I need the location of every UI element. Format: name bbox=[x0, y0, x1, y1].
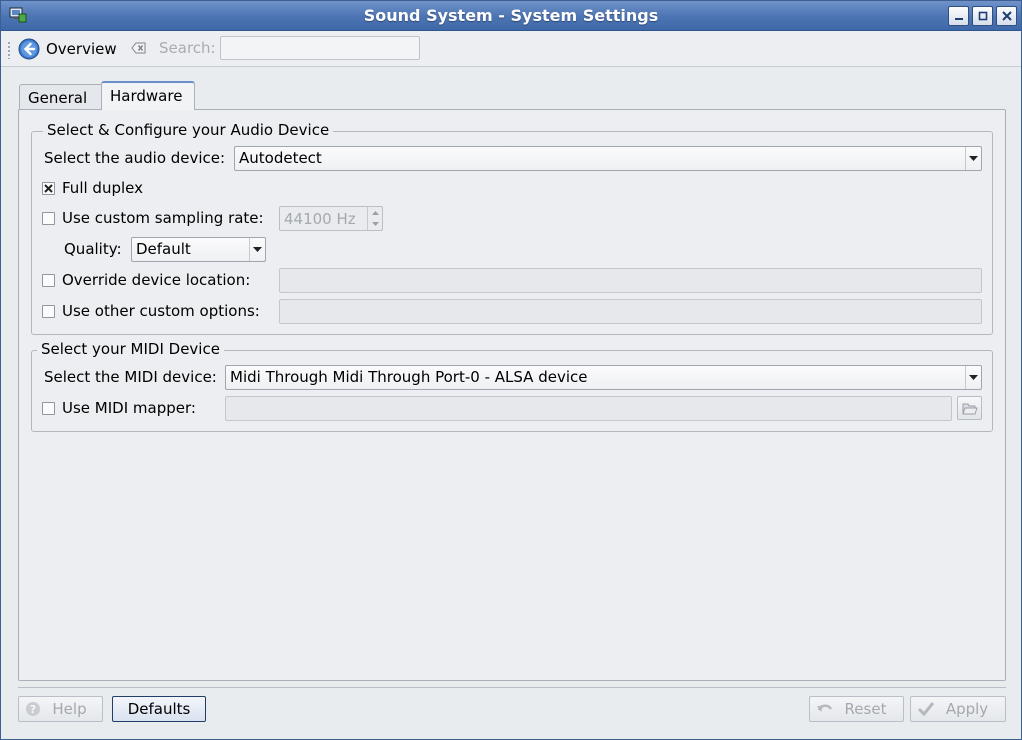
full-duplex-label: Full duplex bbox=[62, 179, 143, 197]
midi-device-label: Select the MIDI device: bbox=[44, 368, 217, 386]
quality-label: Quality: bbox=[64, 240, 122, 258]
spin-down-icon[interactable] bbox=[368, 218, 382, 229]
tab-general-label: General bbox=[28, 89, 88, 107]
settings-window: Sound System - System Settings Overview bbox=[0, 0, 1022, 740]
toolbar: Overview Search: bbox=[1, 31, 1021, 67]
maximize-icon bbox=[978, 11, 987, 21]
defaults-button[interactable]: Defaults bbox=[112, 696, 206, 722]
custom-options-field[interactable] bbox=[279, 299, 982, 324]
midi-device-select[interactable]: Midi Through Midi Through Port-0 - ALSA … bbox=[225, 365, 982, 390]
spin-buttons[interactable] bbox=[367, 207, 382, 230]
audio-device-label: Select the audio device: bbox=[44, 149, 226, 167]
search-input[interactable] bbox=[220, 36, 420, 60]
midi-mapper-field[interactable] bbox=[225, 396, 952, 421]
audio-device-group: Select & Configure your Audio Device Sel… bbox=[31, 121, 993, 335]
midi-device-group: Select your MIDI Device Select the MIDI … bbox=[31, 340, 993, 432]
toolbar-grip[interactable] bbox=[7, 41, 11, 59]
apply-label: Apply bbox=[945, 700, 989, 718]
tab-general[interactable]: General bbox=[19, 84, 103, 112]
window-title: Sound System - System Settings bbox=[363, 6, 659, 25]
help-label: Help bbox=[52, 700, 87, 718]
checkmark-icon bbox=[44, 184, 53, 193]
sampling-rate-value: 44100 Hz bbox=[284, 210, 356, 228]
bottom-separator bbox=[18, 687, 1006, 688]
device-location-field[interactable] bbox=[279, 268, 982, 293]
reset-label: Reset bbox=[844, 700, 887, 718]
folder-open-icon bbox=[961, 403, 978, 414]
overview-button[interactable]: Overview bbox=[18, 37, 117, 61]
midi-mapper-checkbox[interactable] bbox=[42, 402, 55, 415]
hardware-panel: Select & Configure your Audio Device Sel… bbox=[18, 109, 1006, 681]
tab-hardware[interactable]: Hardware bbox=[101, 81, 195, 110]
midi-mapper-label: Use MIDI mapper: bbox=[62, 399, 196, 417]
quality-select[interactable]: Default bbox=[131, 237, 266, 262]
chevron-down-icon bbox=[965, 147, 981, 170]
chevron-down-icon bbox=[965, 366, 981, 389]
override-location-checkbox[interactable] bbox=[42, 274, 55, 287]
browse-file-button[interactable] bbox=[957, 396, 982, 420]
back-arrow-icon bbox=[18, 38, 40, 60]
tab-hardware-label: Hardware bbox=[110, 87, 183, 105]
maximize-button[interactable] bbox=[972, 6, 993, 26]
spin-up-icon[interactable] bbox=[368, 207, 382, 218]
close-button[interactable] bbox=[996, 6, 1017, 26]
custom-sampling-rate-checkbox[interactable] bbox=[42, 212, 55, 225]
override-location-label: Override device location: bbox=[62, 271, 251, 289]
defaults-label: Defaults bbox=[127, 700, 191, 718]
clear-icon[interactable] bbox=[131, 41, 147, 59]
audio-group-title: Select & Configure your Audio Device bbox=[43, 121, 334, 139]
quality-value: Default bbox=[136, 240, 191, 258]
search-label: Search: bbox=[159, 39, 216, 57]
reset-button[interactable]: Reset bbox=[809, 696, 904, 722]
minimize-icon bbox=[954, 18, 963, 20]
custom-sampling-rate-label: Use custom sampling rate: bbox=[62, 209, 264, 227]
minimize-button[interactable] bbox=[948, 6, 969, 26]
custom-options-checkbox[interactable] bbox=[42, 305, 55, 318]
help-button[interactable]: ? Help bbox=[18, 696, 103, 722]
overview-label: Overview bbox=[46, 40, 117, 58]
audio-device-value: Autodetect bbox=[239, 149, 322, 167]
custom-options-label: Use other custom options: bbox=[62, 302, 260, 320]
midi-device-value: Midi Through Midi Through Port-0 - ALSA … bbox=[230, 368, 588, 386]
chevron-down-icon bbox=[249, 238, 265, 261]
title-bar[interactable]: Sound System - System Settings bbox=[1, 1, 1021, 31]
full-duplex-checkbox[interactable] bbox=[42, 182, 55, 195]
midi-group-title: Select your MIDI Device bbox=[37, 340, 224, 358]
close-icon bbox=[1001, 11, 1012, 21]
sampling-rate-spinbox[interactable]: 44100 Hz bbox=[279, 206, 383, 231]
audio-device-select[interactable]: Autodetect bbox=[234, 146, 982, 171]
apply-button[interactable]: Apply bbox=[910, 696, 1006, 722]
